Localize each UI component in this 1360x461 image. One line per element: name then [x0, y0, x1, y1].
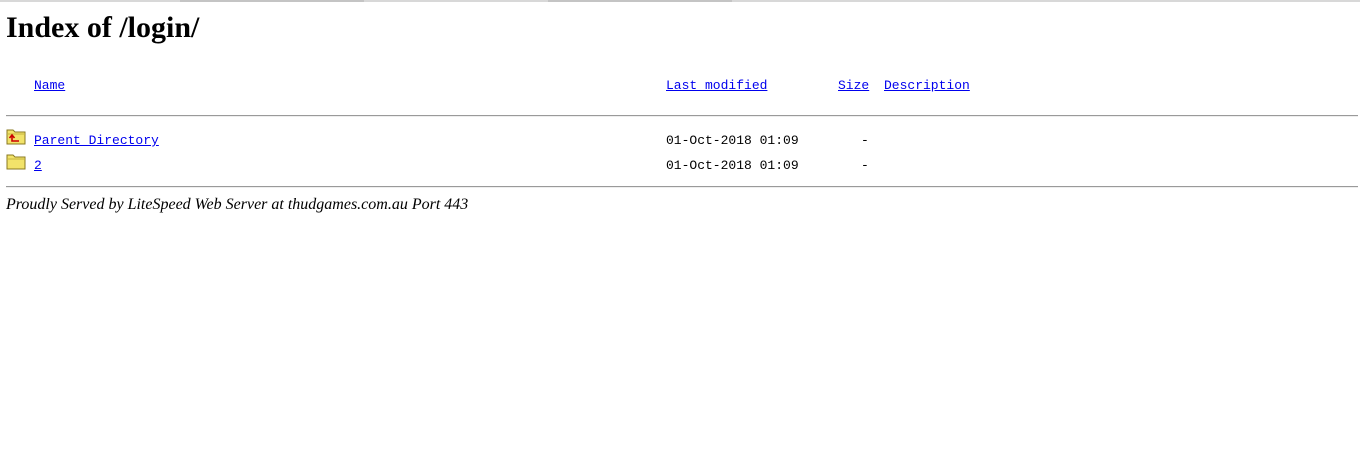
parent-directory-icon — [6, 129, 26, 145]
footer-divider — [6, 186, 1358, 188]
server-signature: Proudly Served by LiteSpeed Web Server a… — [6, 196, 469, 213]
column-header-name[interactable]: Name — [34, 78, 65, 94]
folder-icon — [6, 154, 26, 170]
top-border-segment — [548, 0, 732, 2]
list-item-link[interactable]: Parent Directory — [34, 133, 159, 149]
column-header-description[interactable]: Description — [884, 78, 970, 94]
list-item-link[interactable]: 2 — [34, 158, 42, 174]
page-title: Index of /login/ — [6, 11, 200, 44]
column-header-size[interactable]: Size — [838, 78, 869, 94]
last-modified-value: 01-Oct-2018 01:09 — [666, 158, 799, 173]
header-divider — [6, 115, 1358, 117]
browser-top-border — [0, 0, 1360, 2]
column-header-last-modified[interactable]: Last modified — [666, 78, 767, 94]
size-value: - — [861, 133, 869, 148]
top-border-segment — [180, 0, 364, 2]
size-value: - — [861, 158, 869, 173]
last-modified-value: 01-Oct-2018 01:09 — [666, 133, 799, 148]
